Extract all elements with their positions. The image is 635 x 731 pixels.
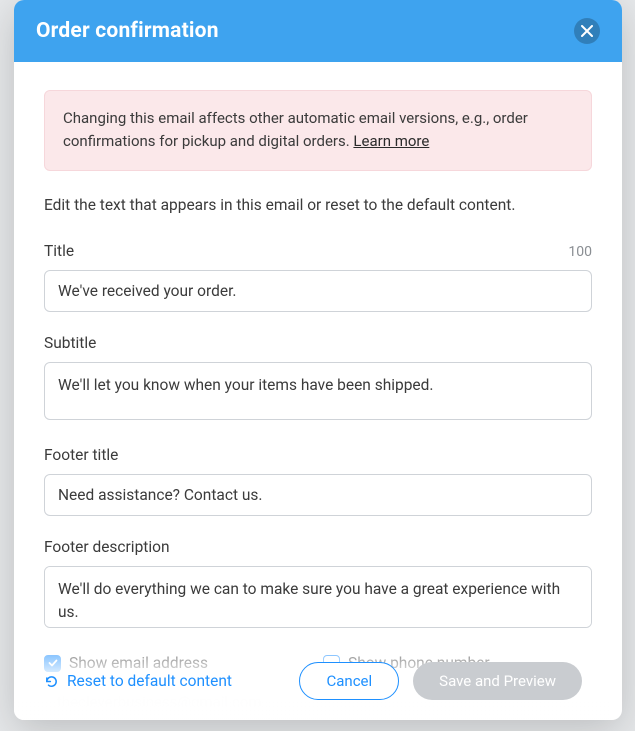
footer-title-label: Footer title <box>44 446 118 464</box>
title-input[interactable] <box>44 270 592 312</box>
title-char-count: 100 <box>568 244 592 260</box>
footer-title-field: Footer title <box>44 446 592 516</box>
footer-description-label: Footer description <box>44 538 170 556</box>
footer-title-input[interactable] <box>44 474 592 516</box>
modal-body-wrap: Changing this email affects other automa… <box>14 62 622 720</box>
warning-alert: Changing this email affects other automa… <box>44 90 592 171</box>
save-preview-button[interactable]: Save and Preview <box>413 662 582 700</box>
title-field: Title 100 <box>44 242 592 312</box>
alert-text: Changing this email affects other automa… <box>63 109 528 150</box>
undo-icon <box>44 674 59 689</box>
modal-body[interactable]: Changing this email affects other automa… <box>14 62 622 720</box>
intro-text: Edit the text that appears in this email… <box>44 195 592 217</box>
modal-footer: Reset to default content Cancel Save and… <box>14 652 612 720</box>
subtitle-label: Subtitle <box>44 334 96 352</box>
learn-more-link[interactable]: Learn more <box>353 132 429 150</box>
footer-description-field: Footer description We'll do everything w… <box>44 538 592 632</box>
cancel-button[interactable]: Cancel <box>299 662 399 700</box>
reset-default-label: Reset to default content <box>67 672 232 690</box>
subtitle-input[interactable]: We'll let you know when your items have … <box>44 362 592 420</box>
reset-default-link[interactable]: Reset to default content <box>44 672 232 690</box>
modal-title: Order confirmation <box>36 19 219 43</box>
title-label: Title <box>44 242 74 260</box>
modal-header: Order confirmation <box>14 0 622 62</box>
order-confirmation-modal: Order confirmation Changing this email a… <box>14 0 622 720</box>
subtitle-field: Subtitle We'll let you know when your it… <box>44 334 592 424</box>
close-icon <box>581 25 593 37</box>
footer-description-input[interactable]: We'll do everything we can to make sure … <box>44 566 592 628</box>
close-button[interactable] <box>574 18 600 44</box>
